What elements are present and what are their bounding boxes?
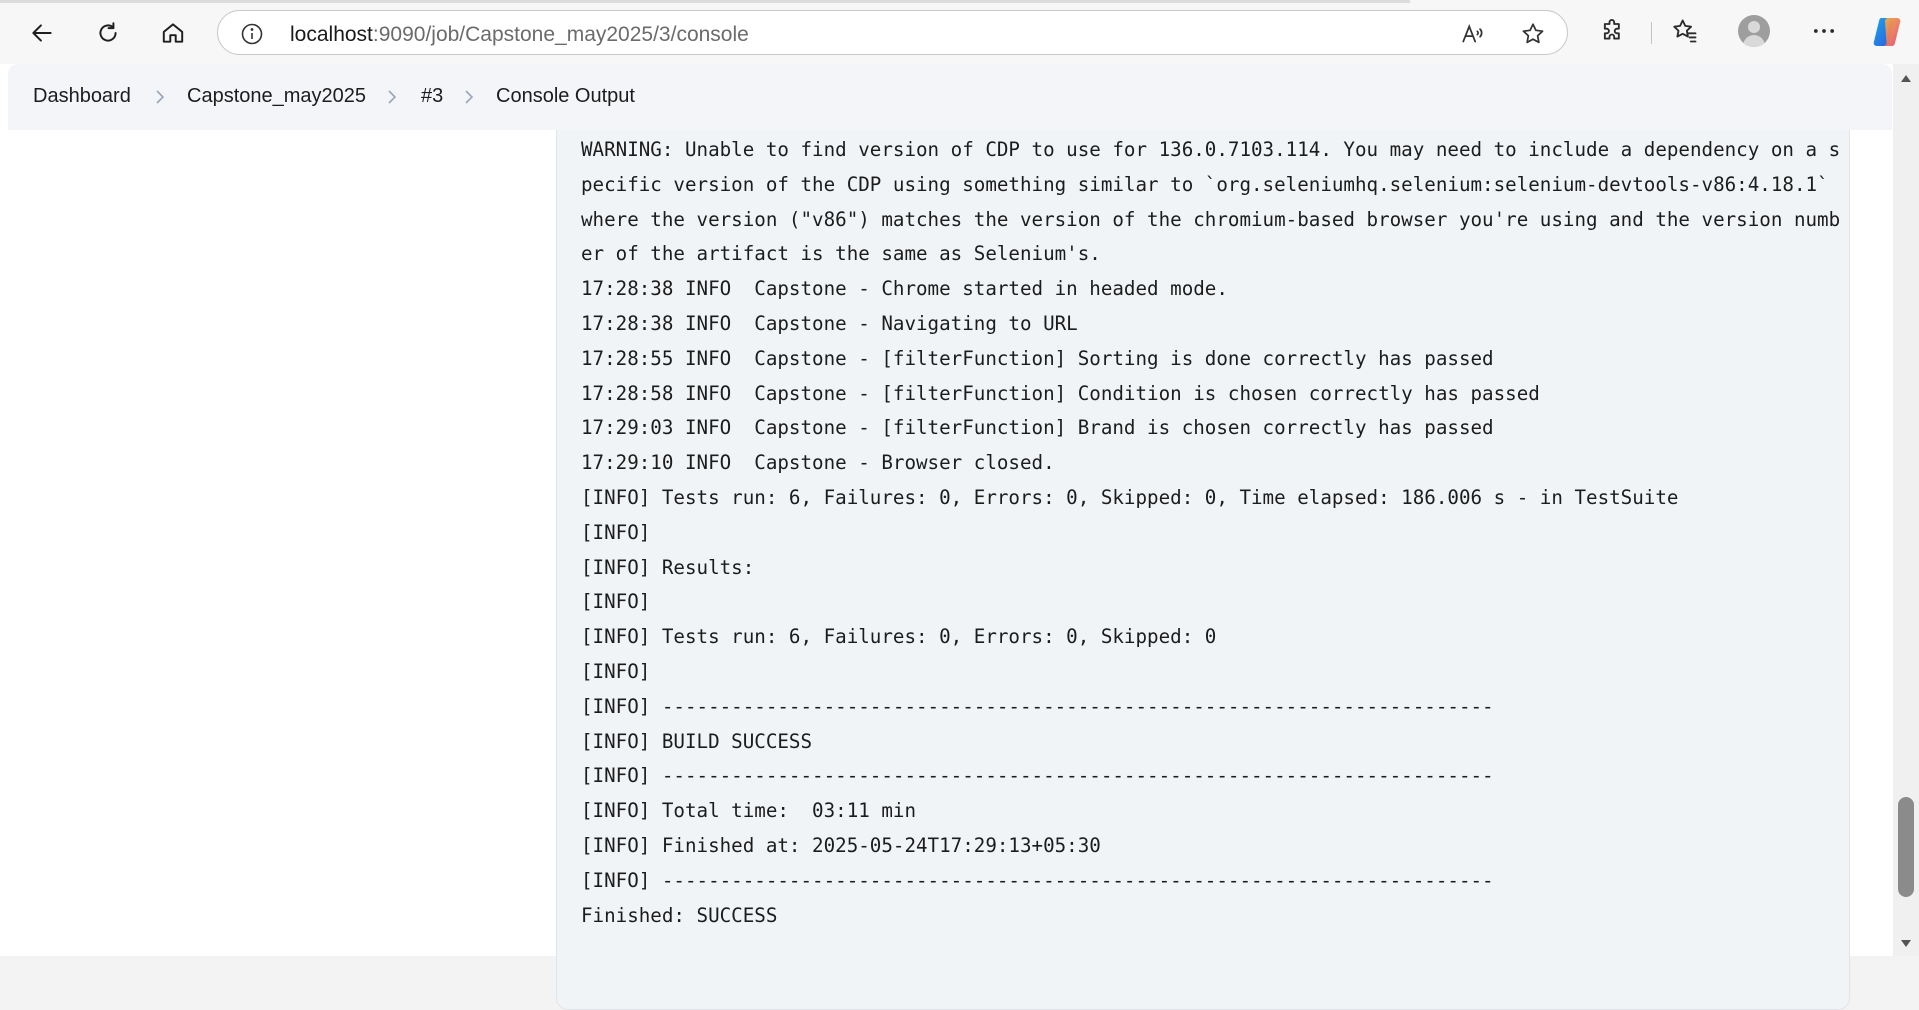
console-line: [INFO] ---------------------------------… [581,694,1494,718]
console-line: [INFO] BUILD SUCCESS [581,729,813,753]
console-line: [INFO] ---------------------------------… [581,868,1494,892]
refresh-icon [99,22,117,42]
loading-indicator [0,0,1410,3]
chevron-right-icon [156,90,165,104]
console-line: [INFO] Results: [581,555,755,579]
console-line: Finished: SUCCESS [581,903,778,927]
console-line: [INFO] Total time: 03:11 min [581,799,917,823]
toolbar-divider [1651,22,1652,44]
breadcrumb-console-output[interactable]: Console Output [496,85,635,108]
console-line: 17:28:58 INFO Capstone - [filterFunction… [581,381,1540,405]
copilot-icon[interactable] [1870,15,1904,49]
jenkins-page: Dashboard Capstone_may2025 #3 Console Ou… [0,64,1919,1010]
read-aloud-icon[interactable] [1460,21,1486,47]
back-button[interactable] [22,13,62,53]
puzzle-icon[interactable] [1599,17,1627,45]
console-line: [INFO] Finished at: 2025-05-24T17:29:13+… [581,833,1101,857]
chevron-right-icon [465,90,474,104]
page-scrollbar[interactable] [1893,64,1919,956]
address-bar[interactable]: localhost:9090/job/Capstone_may2025/3/co… [217,10,1568,55]
console-line: [INFO] Tests run: 6, Failures: 0, Errors… [581,485,1679,509]
url-path: :9090/job/Capstone_may2025/3/console [372,23,749,46]
console-line: [INFO] [581,590,651,614]
console-line: 17:29:03 INFO Capstone - [filterFunction… [581,416,1494,440]
favorites-icon[interactable] [1671,17,1699,45]
url-host: localhost [290,23,373,46]
console-line: 17:29:10 INFO Capstone - Browser closed. [581,451,1055,475]
back-arrow-icon [32,24,52,42]
console-line: WARNING: Unable to find version of CDP t… [581,138,1841,266]
scrollbar-thumb[interactable] [1898,797,1914,897]
console-line: 17:28:38 INFO Capstone - Chrome started … [581,277,1228,301]
breadcrumb-build[interactable]: #3 [421,85,443,108]
profile-icon[interactable] [1738,15,1770,47]
console-log: WARNING: Unable to find version of CDP t… [581,133,1841,933]
home-icon [162,23,184,43]
console-line: [INFO] [581,520,651,544]
refresh-button[interactable] [88,13,128,53]
url-text[interactable]: localhost:9090/job/Capstone_may2025/3/co… [290,23,749,47]
chevron-right-icon [388,90,397,104]
star-icon[interactable] [1520,21,1546,47]
site-info-icon[interactable] [240,22,264,46]
scroll-down-arrow-icon[interactable] [1899,936,1913,950]
scroll-up-arrow-icon[interactable] [1899,72,1913,86]
breadcrumb-dashboard[interactable]: Dashboard [33,85,131,108]
console-output: WARNING: Unable to find version of CDP t… [556,130,1850,1010]
console-line: [INFO] [581,659,651,683]
browser-toolbar: localhost:9090/job/Capstone_may2025/3/co… [0,0,1919,64]
console-line: [INFO] ---------------------------------… [581,764,1494,788]
breadcrumb: Dashboard Capstone_may2025 #3 Console Ou… [8,64,1892,130]
home-button[interactable] [153,13,193,53]
breadcrumb-job[interactable]: Capstone_may2025 [187,85,366,108]
console-line: 17:28:55 INFO Capstone - [filterFunction… [581,346,1494,370]
console-line: [INFO] Tests run: 6, Failures: 0, Errors… [581,625,1217,649]
more-icon[interactable] [1810,17,1838,45]
console-line: 17:28:38 INFO Capstone - Navigating to U… [581,311,1078,335]
